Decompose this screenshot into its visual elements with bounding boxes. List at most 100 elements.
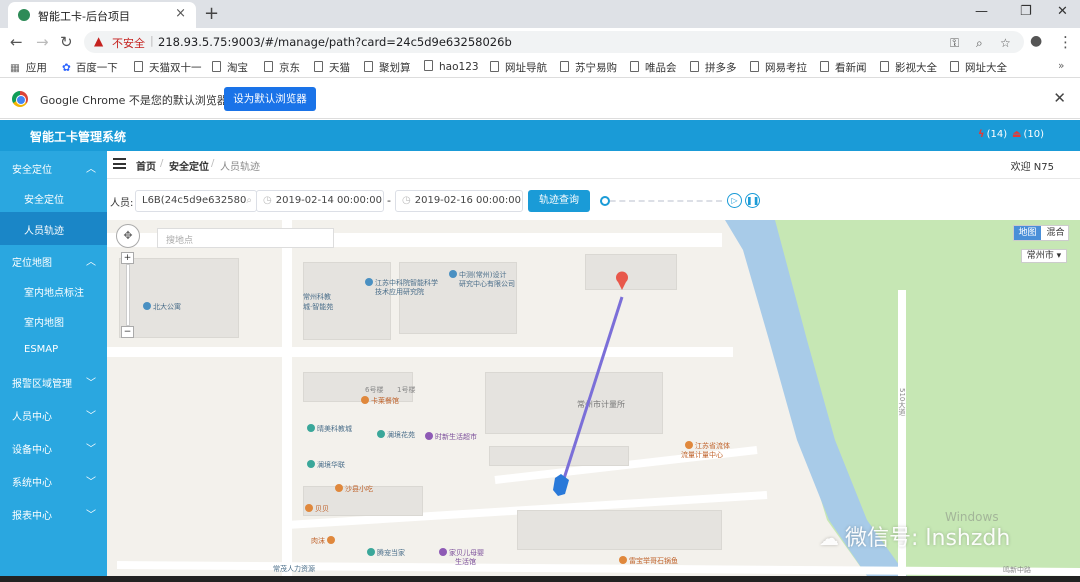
map-search-input[interactable]: 搜地点: [157, 228, 334, 248]
playback-slider-track[interactable]: [600, 200, 722, 202]
profile-avatar-icon[interactable]: ●: [1030, 33, 1042, 49]
set-default-browser-button[interactable]: 设为默认浏览器: [224, 87, 316, 111]
close-window-button[interactable]: ✕: [1057, 4, 1068, 19]
sidebar-item-personnel-track[interactable]: 人员轨迹: [0, 212, 107, 245]
star-bookmark-icon[interactable]: ☆: [1000, 36, 1011, 50]
bookmark-item[interactable]: 看新闻: [820, 60, 867, 75]
bookmark-item[interactable]: 拼多多: [690, 60, 737, 75]
infobar-message: Google Chrome 不是您的默认浏览器: [40, 94, 228, 107]
breadcrumb-separator: /: [211, 158, 215, 169]
maximize-button[interactable]: ❐: [1020, 4, 1032, 19]
lightning-icon: ϟ: [978, 129, 985, 140]
track-query-form: 人员: L6B(24c5d9e632580 ⌕ ◷ 2019-02-14 00:0…: [107, 180, 1080, 220]
sidebar-group-report[interactable]: 报表中心 ﹀: [0, 497, 107, 530]
breadcrumb-bar: 首页 / 安全定位 / 人员轨迹 欢迎 N75: [107, 151, 1080, 179]
zoom-slider-track[interactable]: [126, 264, 130, 326]
bookmark-item[interactable]: 影视大全: [880, 60, 937, 75]
bookmark-item[interactable]: ✿ 百度一下: [62, 60, 118, 75]
sidebar-group-device[interactable]: 设备中心 ﹀: [0, 431, 107, 464]
chevron-down-icon: ﹀: [86, 477, 96, 488]
url-text[interactable]: 218.93.5.75:9003/#/manage/path?card=24c5…: [158, 35, 512, 49]
person-label: 人员:: [110, 198, 134, 209]
start-datetime-input[interactable]: ◷ 2019-02-14 00:00:00: [256, 190, 384, 212]
bookmark-item[interactable]: hao123: [424, 60, 479, 73]
bookmark-item[interactable]: 网易考拉: [750, 60, 807, 75]
sidebar-group-personnel[interactable]: 人员中心 ﹀: [0, 398, 107, 431]
sidebar-group-alarm-area[interactable]: 报警区域管理 ﹀: [0, 365, 107, 398]
reload-icon[interactable]: ↻: [60, 33, 73, 51]
bookmark-item[interactable]: 聚划算: [364, 60, 411, 75]
forward-arrow-icon[interactable]: →: [36, 33, 49, 51]
breadcrumb-section[interactable]: 安全定位: [169, 158, 209, 173]
pause-icon[interactable]: ❚❚: [745, 193, 760, 208]
bookmark-apps[interactable]: ▦ 应用: [10, 60, 47, 75]
bookmarks-overflow-icon[interactable]: »: [1058, 60, 1064, 72]
insecure-label[interactable]: 不安全: [112, 35, 145, 51]
sidebar-item-safety-location[interactable]: 安全定位: [0, 181, 107, 214]
apps-grid-icon: ▦: [10, 62, 20, 74]
track-query-button[interactable]: 轨迹查询: [528, 190, 590, 212]
sidebar-item-indoor-marking[interactable]: 室内地点标注: [0, 274, 107, 307]
bookmark-item[interactable]: 天猫: [314, 60, 350, 75]
city-selector[interactable]: 常州市 ▾: [1021, 249, 1067, 263]
sidebar-group-system[interactable]: 系统中心 ﹀: [0, 464, 107, 497]
sidebar-group-location-map[interactable]: 定位地图 ︿: [0, 244, 107, 277]
bookmark-item[interactable]: 天猫双十一: [134, 60, 202, 75]
chevron-up-icon: ︿: [86, 164, 96, 175]
tab-title: 智能工卡-后台项目: [38, 10, 130, 23]
sidebar-group-safety[interactable]: 安全定位 ︿: [0, 151, 107, 184]
map-type-map[interactable]: 地图: [1014, 226, 1041, 240]
play-icon[interactable]: ▷: [727, 193, 742, 208]
page-icon: [880, 61, 889, 72]
key-icon[interactable]: ⚿: [950, 36, 959, 51]
chevron-down-icon: ﹀: [86, 411, 96, 422]
chrome-logo-icon: [12, 91, 28, 107]
default-browser-infobar: Google Chrome 不是您的默认浏览器 设为默认浏览器 ✕: [0, 79, 1080, 119]
bookmark-item[interactable]: 京东: [264, 60, 300, 75]
bookmark-item[interactable]: 网址大全: [950, 60, 1007, 75]
breadcrumb-home[interactable]: 首页: [136, 158, 156, 173]
back-arrow-icon[interactable]: ←: [10, 33, 23, 51]
minimize-button[interactable]: —: [975, 4, 988, 19]
map-view[interactable]: 北大公寓 常州科教 城·智能苑 江苏中科院智能科学 技术应用研究院 中测(常州)…: [107, 220, 1080, 576]
sidebar-item-esmap[interactable]: ESMAP: [0, 334, 107, 367]
bookmarks-bar: ▦ 应用 ✿ 百度一下 天猫双十一 淘宝 京东 天猫 聚划算 hao123 网址导航…: [0, 56, 1080, 78]
alert-lightning[interactable]: ϟ (14): [978, 129, 1007, 140]
bookmark-item[interactable]: 唯品会: [630, 60, 677, 75]
browser-tab[interactable]: 智能工卡-后台项目 ×: [8, 2, 196, 28]
page-icon: [212, 61, 221, 72]
chevron-down-icon: ﹀: [86, 444, 96, 455]
infobar-close-icon[interactable]: ✕: [1053, 89, 1066, 107]
address-toolbar: ← → ↻ ▲ 不安全 | 218.93.5.75:9003/#/manage/…: [0, 28, 1080, 56]
welcome-user: 欢迎 N75: [1010, 162, 1054, 173]
app-title: 智能工卡管理系统: [30, 130, 127, 144]
page-icon: [364, 61, 373, 72]
bookmark-item[interactable]: 网址导航: [490, 60, 547, 75]
omnibox[interactable]: ▲ 不安全 | 218.93.5.75:9003/#/manage/path?c…: [84, 31, 1024, 53]
tab-close-icon[interactable]: ×: [175, 6, 186, 21]
track-path-line: [559, 296, 624, 489]
page-icon: [314, 61, 323, 72]
bookmark-item[interactable]: 苏宁易购: [560, 60, 617, 75]
range-dash: -: [387, 194, 391, 207]
sidebar-item-indoor-map[interactable]: 室内地图: [0, 304, 107, 337]
pan-control-icon[interactable]: ✥: [116, 224, 140, 248]
taskbar-edge: [0, 576, 1080, 582]
hamburger-menu-icon[interactable]: [113, 158, 126, 169]
playback-slider-handle[interactable]: [600, 196, 610, 206]
end-datetime-input[interactable]: ◷ 2019-02-16 00:00:00: [395, 190, 523, 212]
page-icon: [750, 61, 759, 72]
person-select-input[interactable]: L6B(24c5d9e632580 ⌕: [135, 190, 257, 212]
zoom-in-button[interactable]: +: [121, 252, 134, 264]
page-icon: [490, 61, 499, 72]
clock-icon: ◷: [402, 195, 411, 206]
new-tab-button[interactable]: +: [204, 3, 219, 24]
sidebar: 安全定位 ︿ 安全定位 人员轨迹 定位地图 ︿ 室内地点标注 室内地图 ESMAP …: [0, 151, 107, 582]
alert-siren[interactable]: ⏏ (10): [1012, 129, 1044, 140]
breadcrumb-current: 人员轨迹: [220, 162, 260, 173]
map-type-hybrid[interactable]: 混合: [1042, 226, 1069, 240]
menu-kebab-icon[interactable]: ⋮: [1058, 33, 1073, 51]
bookmark-item[interactable]: 淘宝: [212, 60, 248, 75]
zoom-out-button[interactable]: −: [121, 326, 134, 338]
zoom-icon[interactable]: ⌕: [976, 36, 983, 51]
